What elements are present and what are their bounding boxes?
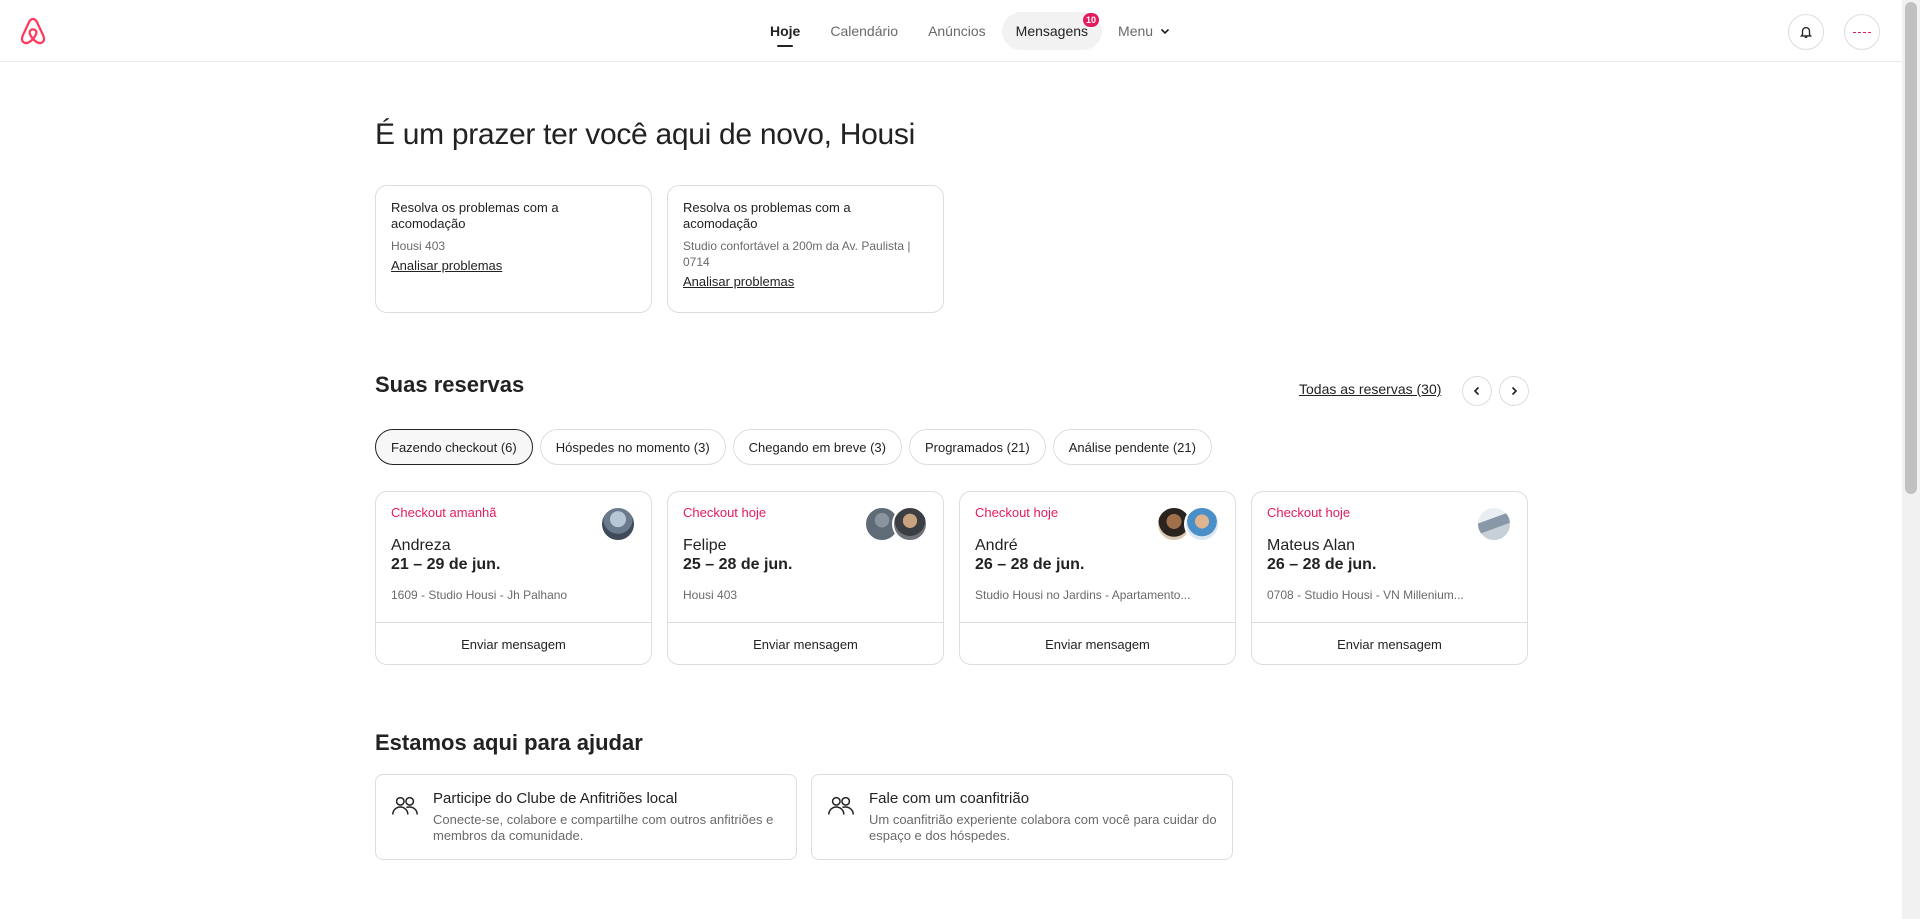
carousel-prev-button[interactable] xyxy=(1462,376,1492,406)
listing-name: Housi 403 xyxy=(683,588,738,602)
nav-tab-label: Anúncios xyxy=(928,23,986,39)
reservation-card[interactable]: Checkout hoje Felipe 25 – 28 de jun. Hou… xyxy=(667,491,944,665)
top-header: Hoje Calendário Anúncios Mensagens 10 Me… xyxy=(0,0,1902,62)
stay-dates: 26 – 28 de jun. xyxy=(1267,556,1377,573)
stay-dates: 21 – 29 de jun. xyxy=(391,556,501,573)
help-card-description: Conecte-se, colabore e compartilhe com o… xyxy=(433,812,774,843)
reservation-filter-chips: Fazendo checkout (6) Hóspedes no momento… xyxy=(375,429,1212,465)
listing-name: 0708 - Studio Housi - VN Millenium... xyxy=(1267,588,1464,602)
page-scrollbar[interactable] xyxy=(1902,0,1920,919)
page-title: É um prazer ter você aqui de novo, Housi xyxy=(375,118,915,151)
send-message-button[interactable]: Enviar mensagem xyxy=(668,622,943,664)
cohost-card[interactable]: Fale com um coanfitrião Um coanfitrião e… xyxy=(811,774,1233,860)
help-card-title: Participe do Clube de Anfitriões local xyxy=(433,790,678,807)
issue-listing-name: Studio confortável a 200m da Av. Paulist… xyxy=(683,239,911,269)
scrollbar-thumb[interactable] xyxy=(1905,2,1917,494)
all-reservations-link[interactable]: Todas as reservas (30) xyxy=(1299,381,1441,397)
send-message-button[interactable]: Enviar mensagem xyxy=(960,622,1235,664)
airbnb-logo-icon[interactable] xyxy=(18,16,48,46)
chip-checkout[interactable]: Fazendo checkout (6) xyxy=(375,429,533,465)
avatar xyxy=(1853,31,1871,33)
issue-card: Resolva os problemas com a acomodação Ho… xyxy=(375,185,652,313)
issue-listing-name: Housi 403 xyxy=(391,239,446,253)
people-icon xyxy=(828,796,854,815)
reservation-card[interactable]: Checkout hoje André 26 – 28 de jun. Stud… xyxy=(959,491,1236,665)
nav-tab-calendario[interactable]: Calendário xyxy=(816,12,912,50)
stay-dates: 26 – 28 de jun. xyxy=(975,556,1085,573)
issue-card: Resolva os problemas com a acomodação St… xyxy=(667,185,944,313)
issue-title: Resolva os problemas com a acomodação xyxy=(683,200,851,231)
chevron-right-icon xyxy=(1511,386,1518,396)
carousel-next-button[interactable] xyxy=(1499,376,1529,406)
help-section-title: Estamos aqui para ajudar xyxy=(375,730,643,755)
nav-tab-anuncios[interactable]: Anúncios xyxy=(914,12,1000,50)
reservation-card[interactable]: Checkout hoje Mateus Alan 26 – 28 de jun… xyxy=(1251,491,1528,665)
chevron-left-icon xyxy=(1473,386,1480,396)
listing-name: 1609 - Studio Housi - Jh Palhano xyxy=(391,588,568,602)
guest-avatar xyxy=(892,506,928,542)
nav-tab-menu[interactable]: Menu xyxy=(1104,12,1185,50)
send-message-button[interactable]: Enviar mensagem xyxy=(1252,622,1527,664)
help-card-description: Um coanfitrião experiente colabora com v… xyxy=(869,812,1217,843)
guest-avatar xyxy=(1476,506,1512,542)
profile-menu-button[interactable] xyxy=(1844,14,1880,50)
chip-arriving-soon[interactable]: Chegando em breve (3) xyxy=(732,429,902,465)
guest-avatar xyxy=(1184,506,1220,542)
chip-pending-review[interactable]: Análise pendente (21) xyxy=(1052,429,1212,465)
main-nav: Hoje Calendário Anúncios Mensagens 10 Me… xyxy=(756,12,1185,50)
guest-avatar xyxy=(600,506,636,542)
nav-tab-mensagens[interactable]: Mensagens 10 xyxy=(1001,12,1103,50)
analyze-issues-link[interactable]: Analisar problemas xyxy=(683,274,794,289)
chip-current-guests[interactable]: Hóspedes no momento (3) xyxy=(539,429,726,465)
listing-name: Studio Housi no Jardins - Apartamento... xyxy=(975,588,1191,602)
nav-tab-label: Calendário xyxy=(830,23,899,39)
notifications-button[interactable] xyxy=(1788,14,1824,50)
nav-tab-hoje[interactable]: Hoje xyxy=(756,12,814,50)
messages-count-badge: 10 xyxy=(1082,12,1101,28)
reservations-title: Suas reservas xyxy=(375,372,525,397)
chip-scheduled[interactable]: Programados (21) xyxy=(908,429,1046,465)
chevron-down-icon xyxy=(1161,28,1170,35)
send-message-button[interactable]: Enviar mensagem xyxy=(376,622,651,664)
nav-tab-label: Mensagens xyxy=(1015,23,1089,39)
people-icon xyxy=(392,796,418,815)
nav-tab-label: Menu xyxy=(1118,23,1154,39)
bell-icon xyxy=(1799,26,1813,38)
reservation-card[interactable]: Checkout amanhã Andreza 21 – 29 de jun. … xyxy=(375,491,652,665)
nav-tab-label: Hoje xyxy=(770,23,801,39)
issue-title: Resolva os problemas com a acomodação xyxy=(391,200,559,231)
help-card-title: Fale com um coanfitrião xyxy=(869,790,1030,807)
analyze-issues-link[interactable]: Analisar problemas xyxy=(391,258,502,273)
host-club-card[interactable]: Participe do Clube de Anfitriões local C… xyxy=(375,774,797,860)
stay-dates: 25 – 28 de jun. xyxy=(683,556,793,573)
